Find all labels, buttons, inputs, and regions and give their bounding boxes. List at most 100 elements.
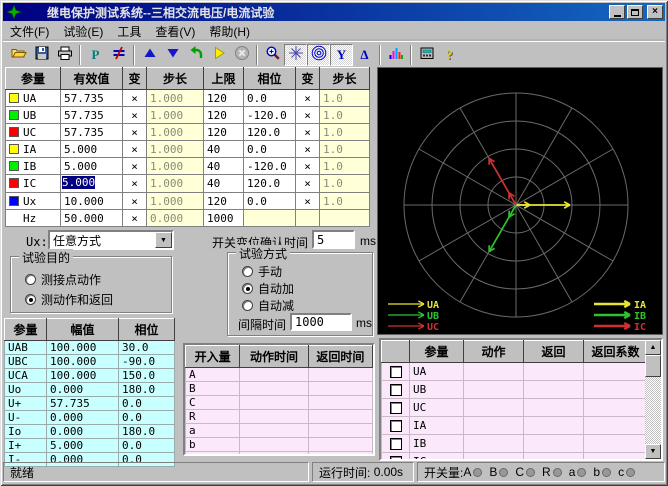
radio-selected-icon[interactable] — [25, 294, 36, 305]
result-UB-checkbox[interactable] — [390, 384, 402, 396]
param-IB-vary-phase[interactable]: × — [296, 158, 320, 175]
param-IA-step-amplitude[interactable]: 1.000 — [147, 141, 204, 158]
param-Hz-value[interactable]: 50.000 — [61, 210, 123, 227]
result-IB-checkbox[interactable] — [390, 438, 402, 450]
calculator-button[interactable] — [415, 44, 438, 66]
param-IB-value[interactable]: 5.000 — [61, 158, 123, 175]
param-IA-value[interactable]: 5.000 — [61, 141, 123, 158]
param-IC-value-editor[interactable]: 5.000 — [61, 175, 122, 192]
param-UC-max[interactable]: 120 — [204, 124, 244, 141]
menu-tools[interactable]: 工具 — [110, 21, 148, 42]
radio-selected-icon[interactable] — [242, 283, 253, 294]
test-mode-option-2[interactable]: 自动减 — [242, 297, 294, 314]
param-IC-max[interactable]: 40 — [204, 175, 244, 193]
param-IA-max[interactable]: 40 — [204, 141, 244, 158]
menu-view[interactable]: 查看(V) — [148, 21, 202, 42]
rings-button[interactable] — [307, 44, 330, 66]
param-Ux-vary-phase[interactable]: × — [296, 193, 320, 210]
param-Ux-phase[interactable]: 0.0 — [244, 193, 296, 210]
param-IB-step-amplitude[interactable]: 1.000 — [147, 158, 204, 175]
param-IB-phase[interactable]: -120.0 — [244, 158, 296, 175]
radio-unselected-icon[interactable] — [25, 274, 36, 285]
delta-button[interactable]: Δ — [353, 44, 376, 66]
ux-mode-select[interactable]: 任意方式 ▼ — [48, 230, 174, 250]
results-scrollbar[interactable]: ▲ ▼ — [645, 340, 661, 459]
stop-button[interactable] — [230, 44, 253, 66]
interval-input[interactable]: 1000 — [290, 313, 352, 331]
menu-file[interactable]: 文件(F) — [3, 21, 56, 42]
bars-button[interactable] — [384, 44, 407, 66]
maximize-button[interactable] — [627, 5, 643, 19]
param-UB-step-phase[interactable]: 1.0 — [320, 107, 370, 124]
test-purpose-option-0[interactable]: 测接点动作 — [25, 271, 101, 288]
scroll-up-button[interactable]: ▲ — [645, 340, 661, 355]
menu-help[interactable]: 帮助(H) — [202, 21, 257, 42]
chevron-down-icon[interactable]: ▼ — [155, 232, 172, 248]
scroll-track[interactable] — [645, 377, 661, 444]
param-UB-step-amplitude[interactable]: 1.000 — [147, 107, 204, 124]
minimize-button[interactable] — [609, 5, 625, 19]
param-IC-phase[interactable]: 120.0 — [244, 175, 296, 193]
param-UB-phase[interactable]: -120.0 — [244, 107, 296, 124]
param-Hz-step-amplitude[interactable]: 0.000 — [147, 210, 204, 227]
open-button[interactable] — [7, 44, 30, 66]
param-UC-step-phase[interactable]: 1.0 — [320, 124, 370, 141]
param-IC-step-amplitude[interactable]: 1.000 — [147, 175, 204, 193]
undo-button[interactable] — [184, 44, 207, 66]
param-IC-vary-phase[interactable]: × — [296, 175, 320, 193]
param-IB-vary-amplitude[interactable]: × — [123, 158, 147, 175]
letter-p-button[interactable]: P — [84, 44, 107, 66]
menu-test[interactable]: 试验(E) — [56, 21, 110, 42]
param-Ux-value[interactable]: 10.000 — [61, 193, 123, 210]
print-button[interactable] — [53, 44, 76, 66]
param-Ux-vary-amplitude[interactable]: × — [123, 193, 147, 210]
param-Hz-phase[interactable] — [244, 210, 296, 227]
wye-button[interactable]: Y — [330, 44, 353, 66]
radio-unselected-icon[interactable] — [242, 300, 253, 311]
axes-button[interactable] — [284, 44, 307, 66]
result-UA-checkbox[interactable] — [390, 366, 402, 378]
triangle-down-button[interactable] — [161, 44, 184, 66]
param-IB-step-phase[interactable]: 1.0 — [320, 158, 370, 175]
param-UA-vary-phase[interactable]: × — [296, 90, 320, 107]
param-UA-value[interactable]: 57.735 — [61, 90, 123, 107]
result-IA-checkbox[interactable] — [390, 420, 402, 432]
radio-unselected-icon[interactable] — [242, 266, 253, 277]
zoom-in-button[interactable] — [261, 44, 284, 66]
param-UC-vary-phase[interactable]: × — [296, 124, 320, 141]
help-button[interactable]: ? — [438, 44, 461, 66]
result-UC-checkbox[interactable] — [390, 402, 402, 414]
param-IC-step-phase[interactable]: 1.0 — [320, 175, 370, 193]
param-IA-vary-phase[interactable]: × — [296, 141, 320, 158]
param-UB-value[interactable]: 57.735 — [61, 107, 123, 124]
test-mode-option-0[interactable]: 手动 — [242, 263, 282, 280]
param-UC-phase[interactable]: 120.0 — [244, 124, 296, 141]
param-UC-value[interactable]: 57.735 — [61, 124, 123, 141]
save-button[interactable] — [30, 44, 53, 66]
triangle-up-button[interactable] — [138, 44, 161, 66]
param-IB-max[interactable]: 40 — [204, 158, 244, 175]
param-Ux-step-amplitude[interactable]: 1.000 — [147, 193, 204, 210]
test-mode-option-1[interactable]: 自动加 — [242, 280, 294, 297]
result-IC-checkbox[interactable] — [390, 456, 402, 461]
switch-confirm-input[interactable]: 5 — [312, 230, 355, 249]
param-Ux-max[interactable]: 120 — [204, 193, 244, 210]
param-UB-max[interactable]: 120 — [204, 107, 244, 124]
param-IC-value[interactable]: 5.000 — [61, 175, 123, 193]
param-UC-step-amplitude[interactable]: 1.000 — [147, 124, 204, 141]
param-Ux-step-phase[interactable]: 1.0 — [320, 193, 370, 210]
param-UB-vary-amplitude[interactable]: × — [123, 107, 147, 124]
param-UA-phase[interactable]: 0.0 — [244, 90, 296, 107]
scroll-thumb[interactable] — [645, 355, 661, 377]
param-UA-step-phase[interactable]: 1.0 — [320, 90, 370, 107]
param-IC-vary-amplitude[interactable]: × — [123, 175, 147, 193]
param-Hz-vary-amplitude[interactable]: × — [123, 210, 147, 227]
play-button[interactable] — [207, 44, 230, 66]
param-UA-step-amplitude[interactable]: 1.000 — [147, 90, 204, 107]
param-UA-vary-amplitude[interactable]: × — [123, 90, 147, 107]
param-Hz-vary-phase[interactable] — [296, 210, 320, 227]
param-IA-phase[interactable]: 0.0 — [244, 141, 296, 158]
param-Hz-max[interactable]: 1000 — [204, 210, 244, 227]
param-UB-vary-phase[interactable]: × — [296, 107, 320, 124]
param-IA-vary-amplitude[interactable]: × — [123, 141, 147, 158]
